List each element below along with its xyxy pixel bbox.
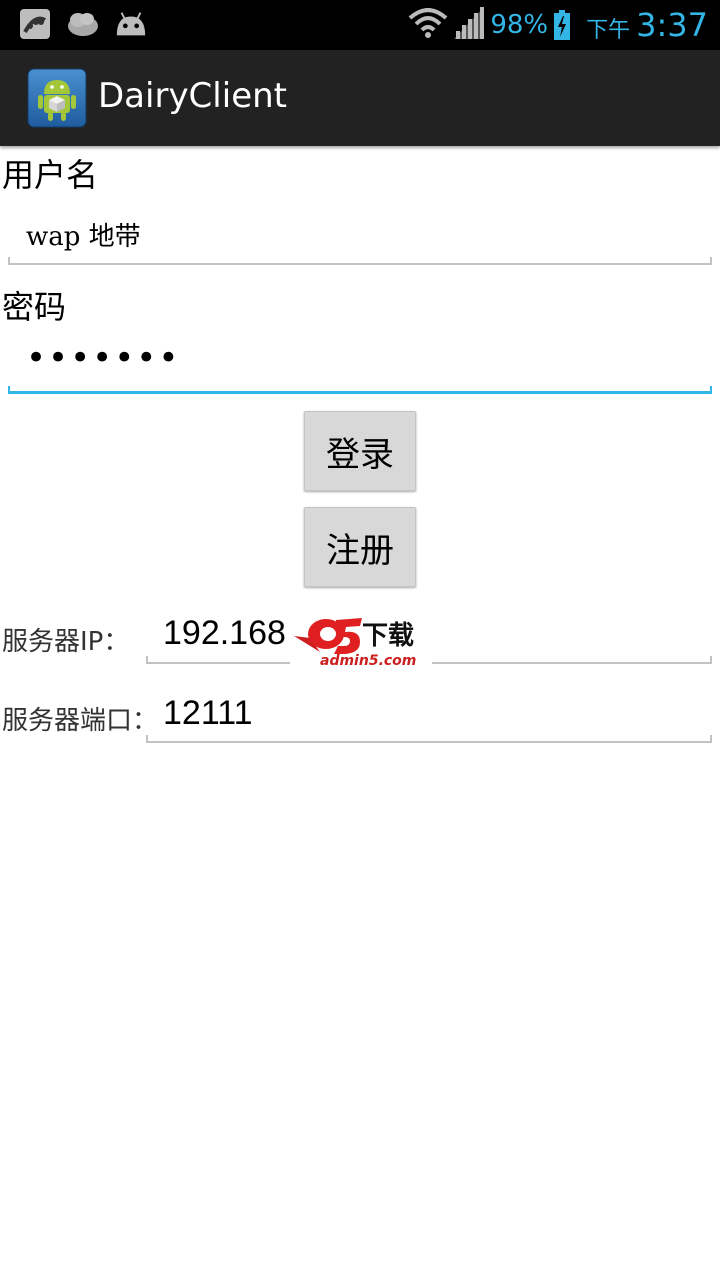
battery-charging-icon [554, 10, 571, 40]
android-icon [114, 8, 148, 40]
wifi-icon [408, 8, 448, 42]
app-launcher-icon[interactable] [27, 68, 87, 128]
server-port-label: 服务器端口： [2, 706, 159, 736]
status-indicators: 98% 下午 3:37 [408, 6, 708, 44]
status-bar: 98% 下午 3:37 [0, 0, 720, 50]
battery-percent: 98% [490, 10, 549, 40]
register-button[interactable]: 注册 [304, 507, 416, 587]
cloud-icon [66, 8, 100, 40]
peas-icon [18, 8, 52, 40]
ampm-label: 下午 [586, 18, 631, 43]
server-port-field[interactable]: 12111 [163, 694, 253, 733]
password-field-underline [8, 386, 712, 394]
username-field[interactable]: wap 地带 [26, 216, 141, 253]
username-label: 用户名 [2, 156, 99, 194]
app-title: DairyClient [98, 76, 287, 116]
action-bar: DairyClient [0, 50, 720, 146]
watermark-url: admin5.com [320, 653, 416, 669]
server-port-field-underline [146, 735, 712, 743]
password-field[interactable]: ••••••• [26, 338, 180, 378]
clock: 3:37 [636, 6, 708, 44]
notification-icons [18, 8, 148, 40]
server-ip-label: 服务器IP： [2, 627, 130, 657]
username-field-underline [8, 257, 712, 265]
a5-watermark-logo: 下载 admin5.com [290, 610, 432, 670]
login-button[interactable]: 登录 [304, 411, 416, 491]
signal-icon [454, 7, 485, 43]
watermark-text: 下载 [362, 621, 414, 651]
server-ip-field[interactable]: 192.168 [163, 614, 286, 653]
password-label: 密码 [2, 288, 67, 326]
